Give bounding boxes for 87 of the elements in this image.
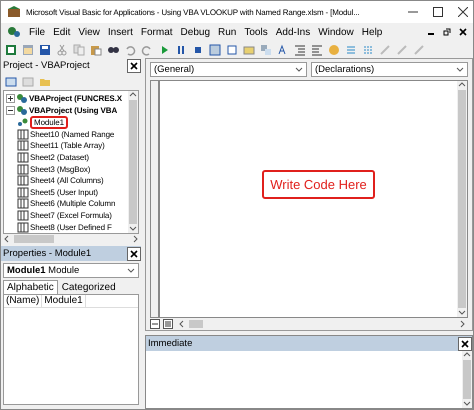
- sheet-icon: [17, 164, 29, 175]
- close-button[interactable]: [458, 336, 472, 350]
- scrollbar[interactable]: [178, 319, 466, 329]
- maximize-icon[interactable]: [433, 7, 443, 17]
- property-value[interactable]: Module1: [42, 295, 86, 307]
- procedure-dropdown[interactable]: (Declarations): [311, 62, 468, 77]
- tree-item[interactable]: Sheet6 (Multiple Column: [30, 199, 116, 208]
- close-icon[interactable]: [459, 28, 467, 36]
- caret-icon[interactable]: [178, 320, 186, 328]
- window-title: Microsoft Visual Basic for Applications - Using VBA VLOOKUP with Named Range.xlsm - [Modul...: [26, 8, 360, 16]
- menu-item[interactable]: Run: [218, 26, 236, 38]
- annotation-label: Write Code Here: [262, 170, 375, 198]
- tab[interactable]: Alphabetic: [3, 280, 58, 294]
- module-icon: [17, 116, 29, 128]
- menu-item[interactable]: Format: [140, 26, 173, 38]
- sheet-icon: [17, 175, 29, 186]
- close-icon[interactable]: [461, 340, 469, 348]
- caret-icon[interactable]: [127, 266, 135, 274]
- sheet-icon: [17, 186, 29, 198]
- object-dropdown[interactable]: Module1 Module: [3, 263, 139, 278]
- panel-title: Properties - Module1: [3, 248, 92, 259]
- menu-item[interactable]: Add-Ins: [276, 26, 310, 38]
- project-icon: [16, 104, 28, 116]
- menu-item[interactable]: Edit: [53, 26, 70, 38]
- tree-item[interactable]: Module1: [30, 116, 68, 129]
- close-button[interactable]: [127, 58, 141, 72]
- caret-icon[interactable]: [295, 66, 303, 74]
- caret-icon[interactable]: [463, 400, 471, 408]
- restore-icon[interactable]: [443, 28, 451, 36]
- tree-item[interactable]: Sheet3 (MsgBox): [30, 164, 90, 174]
- close-icon[interactable]: [130, 250, 138, 258]
- tree-item[interactable]: Sheet5 (User Input): [30, 188, 98, 197]
- tree-item[interactable]: Sheet8 (User Defined F: [30, 222, 112, 232]
- property-name: (Name): [4, 295, 42, 307]
- menu-item[interactable]: Debug: [180, 26, 210, 38]
- scrollbar[interactable]: [128, 91, 138, 233]
- sheet-icon: [17, 128, 29, 140]
- comment-icon[interactable]: [345, 44, 357, 56]
- excel-icon[interactable]: [5, 44, 17, 56]
- menu-item[interactable]: View: [78, 26, 100, 38]
- menu-item[interactable]: Tools: [244, 26, 268, 38]
- project-icon: [16, 93, 28, 104]
- sheet-icon: [17, 152, 29, 163]
- sheet-icon: [17, 140, 29, 152]
- tree-item[interactable]: Sheet2 (Dataset): [30, 152, 89, 162]
- menu-item[interactable]: Insert: [108, 26, 133, 38]
- close-icon[interactable]: [130, 62, 138, 70]
- app-icon: [7, 6, 21, 18]
- properties-icon[interactable]: [243, 44, 255, 56]
- close-button[interactable]: [127, 246, 141, 260]
- scrollbar-thumb[interactable]: [189, 320, 203, 328]
- caret-icon[interactable]: [3, 235, 11, 243]
- menu-item[interactable]: Help: [362, 26, 382, 38]
- view-code-icon[interactable]: [5, 76, 17, 88]
- tree-item[interactable]: VBAProject (FUNCRES.X: [29, 94, 122, 104]
- close-icon[interactable]: [458, 7, 468, 17]
- object-dropdown[interactable]: (General): [150, 62, 307, 77]
- save-icon[interactable]: [39, 44, 51, 56]
- caret-icon[interactable]: [129, 91, 137, 99]
- sheet-icon: [17, 198, 29, 210]
- menu-item[interactable]: Window: [318, 26, 354, 38]
- panel-title: Immediate: [148, 338, 192, 349]
- tree-item[interactable]: Sheet4 (All Columns): [30, 176, 104, 186]
- tree-item[interactable]: Sheet10 (Named Range: [30, 130, 114, 139]
- procedure-view-icon[interactable]: [150, 319, 160, 329]
- indent-icon[interactable]: [294, 44, 306, 56]
- module-view-icon[interactable]: [163, 319, 173, 329]
- tree-item[interactable]: Sheet7 (Excel Formula): [30, 211, 112, 220]
- scrollbar-thumb[interactable]: [14, 235, 54, 243]
- vba-icon: [7, 26, 21, 38]
- tree-item[interactable]: VBAProject (Using VBA: [29, 106, 118, 115]
- project-icon[interactable]: [226, 44, 238, 56]
- pause-icon[interactable]: [175, 44, 187, 56]
- paste-icon[interactable]: [90, 44, 102, 56]
- scrollbar[interactable]: [3, 234, 139, 244]
- scrollbar[interactable]: [462, 351, 472, 408]
- panel-title: Project - VBAProject: [3, 60, 90, 71]
- uncomment-icon[interactable]: [362, 44, 374, 56]
- sheet-icon: [17, 210, 29, 222]
- scrollbar[interactable]: [457, 81, 467, 317]
- design-icon[interactable]: [209, 44, 221, 56]
- outdent-icon[interactable]: [311, 44, 323, 56]
- expand-icon[interactable]: [6, 94, 15, 104]
- caret-icon[interactable]: [463, 351, 471, 359]
- tree-item[interactable]: Sheet11 (Table Array): [30, 141, 105, 150]
- collapse-icon[interactable]: [6, 106, 15, 115]
- menu-item[interactable]: File: [29, 26, 46, 38]
